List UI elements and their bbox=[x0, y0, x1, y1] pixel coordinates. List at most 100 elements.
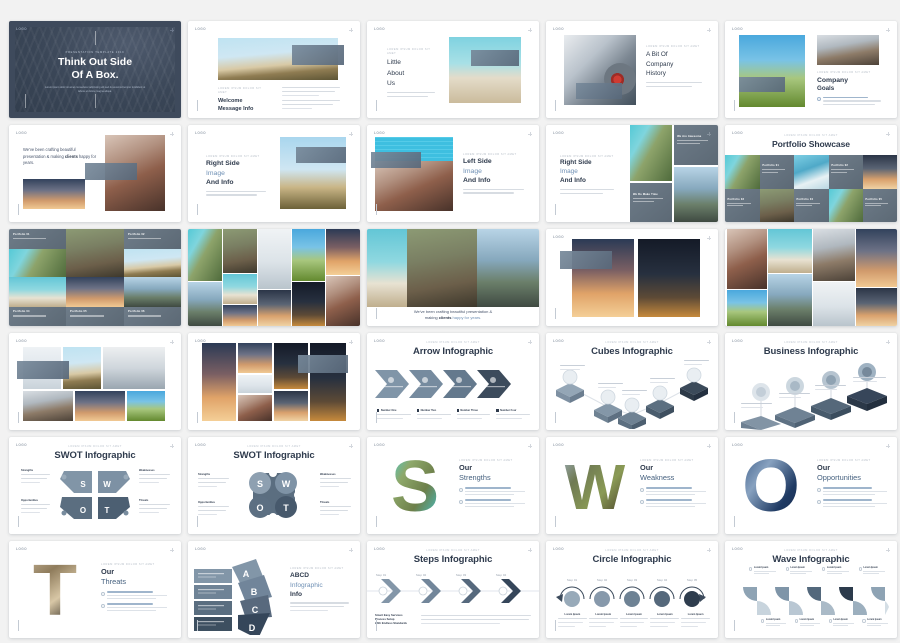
opportunities-bullet-1 bbox=[817, 487, 887, 496]
slide-thumbnail-wave-infographic[interactable]: LOREM IPSUM DOLOR SIT AMET Wave Infograp… bbox=[725, 541, 897, 638]
about-body bbox=[387, 91, 435, 98]
photo-ruins bbox=[223, 229, 257, 273]
leftside-title-line1: Left Side bbox=[463, 158, 492, 166]
slide-thumbnail-cover[interactable]: PRESENTATION TEMPLATE 2019 Think Out Sid… bbox=[9, 21, 181, 118]
photo-cliffside bbox=[188, 282, 222, 326]
slide-thumbnail-quote-full[interactable]: We've been crafting beautiful presentati… bbox=[367, 229, 539, 326]
slide-edge-line bbox=[555, 620, 556, 631]
wave-top-item-3: Lorem Ipsum bbox=[822, 567, 853, 575]
slide-edge-line bbox=[555, 308, 556, 319]
slide-thumbnail-welcome[interactable]: LOREM IPSUM DOLOR SIT AMET Welcome Messa… bbox=[188, 21, 360, 118]
photo-palms-sunset bbox=[202, 343, 236, 421]
slide-thumbnail-mosaic-d[interactable]: LOGO bbox=[9, 333, 181, 430]
slide-corner-icon bbox=[170, 28, 174, 32]
slide-logo-mark: LOGO bbox=[732, 27, 743, 31]
slide-thumbnail-business-infographic[interactable]: LOREM IPSUM DOLOR SIT AMET Business Info… bbox=[725, 333, 897, 430]
goals-eyebrow: LOREM IPSUM DOLOR SIT AMET bbox=[817, 71, 871, 74]
slide-thumbnail-our-weakness[interactable]: W LOREM IPSUM DOLOR SIT AMET Our Weaknes… bbox=[546, 437, 718, 534]
slide-thumbnail-our-threats[interactable]: T LOREM IPSUM DOLOR SIT AMET Our Threats… bbox=[9, 541, 181, 638]
photo-pineapple-beach bbox=[739, 35, 805, 107]
photo-portfolio-5 bbox=[829, 189, 863, 222]
slide-thumbnail-cubes-infographic[interactable]: LOREM IPSUM DOLOR SIT AMET Cubes Infogra… bbox=[546, 333, 718, 430]
slide-thumbnail-left-side-image[interactable]: LOREM IPSUM DOLOR SIT AMET Left Side Ima… bbox=[367, 125, 539, 222]
slide-corner-icon bbox=[528, 444, 532, 448]
photo-portfolio-3 bbox=[863, 155, 897, 189]
slide-thumbnail-right-side-mosaic[interactable]: LOREM IPSUM DOLOR SIT AMET Right Side Im… bbox=[546, 125, 718, 222]
slide-thumbnail-arrow-infographic[interactable]: LOREM IPSUM DOLOR SIT AMET Arrow Infogra… bbox=[367, 333, 539, 430]
photo-beach bbox=[727, 290, 767, 326]
swot1-quadrant-strengths: Strengths bbox=[21, 469, 51, 485]
slide-thumbnail-portfolio-showcase[interactable]: LOREM IPSUM DOLOR SIT AMET Portfolio Sho… bbox=[725, 125, 897, 222]
slide-logo-mark: LOGO bbox=[16, 27, 27, 31]
slide-thumbnail-quote-crafting[interactable]: We've been crafting beautiful presentati… bbox=[9, 125, 181, 222]
slide-edge-line bbox=[555, 412, 556, 423]
photo-turquoise-water bbox=[367, 229, 407, 307]
slide-corner-icon bbox=[886, 28, 890, 32]
about-eyebrow: LOREM IPSUM DOLOR SIT AMET bbox=[387, 48, 431, 56]
slide-thumbnail-company-history[interactable]: LOREM IPSUM DOLOR SIT AMET A Bit Of Comp… bbox=[546, 21, 718, 118]
slide-thumbnail-company-goals[interactable]: LOREM IPSUM DOLOR SIT AMET Company Goals… bbox=[725, 21, 897, 118]
circle-caption-1: Lorem Ipsum bbox=[558, 613, 587, 629]
mosaic-body bbox=[560, 189, 616, 195]
cover-tick-left bbox=[25, 94, 26, 108]
slide-thumbnail-mosaic-e[interactable]: LOGO bbox=[188, 333, 360, 430]
slide-thumbnail-circle-infographic[interactable]: LOREM IPSUM DOLOR SIT AMET Circle Infogr… bbox=[546, 541, 718, 638]
slide-thumbnail-mosaic-b[interactable] bbox=[188, 229, 360, 326]
photo-couple bbox=[326, 276, 360, 326]
slide-corner-icon bbox=[170, 132, 174, 136]
svg-text:Step 03: Step 03 bbox=[627, 578, 638, 582]
slide-thumbnail-steps-infographic[interactable]: LOREM IPSUM DOLOR SIT AMET Steps Infogra… bbox=[367, 541, 539, 638]
slide-thumbnail-our-strengths[interactable]: S LOREM IPSUM DOLOR SIT AMET Our Strengt… bbox=[367, 437, 539, 534]
rightside-title-line3: And Info bbox=[206, 179, 234, 187]
tile-portfolio-04: Portfolio 04 bbox=[794, 189, 829, 222]
wave-eyebrow: LOREM IPSUM DOLOR SIT AMET bbox=[784, 549, 838, 552]
arrow-eyebrow: LOREM IPSUM DOLOR SIT AMET bbox=[426, 341, 480, 344]
opportunities-bullet-2 bbox=[817, 499, 887, 507]
abcd-title-line2: Infographic bbox=[290, 581, 323, 589]
weakness-bullet-2 bbox=[640, 499, 706, 507]
slide-thumbnail-mosaic-c[interactable] bbox=[725, 229, 897, 326]
cover-title-line2: Of A Box. bbox=[71, 68, 119, 81]
strengths-title-line1: Our bbox=[459, 463, 473, 473]
circle-caption-2: Lorem Ipsum bbox=[588, 613, 618, 629]
arrow-legend-item: Number Four bbox=[496, 409, 533, 422]
slide-logo-mark: LOGO bbox=[16, 131, 27, 135]
history-title-line1: A Bit Of bbox=[646, 51, 668, 59]
abcd-fan-diagram: A B C D bbox=[194, 559, 272, 635]
abcd-body bbox=[290, 602, 350, 612]
slide-edge-line bbox=[555, 204, 556, 215]
slide-thumbnail-mosaic-a[interactable]: Portfolio 01 Portfolio 02 Portfolio 04 P… bbox=[9, 229, 181, 326]
weakness-title-line1: Our bbox=[640, 463, 654, 473]
overlay-shape bbox=[17, 361, 69, 379]
slide-thumbnail-two-photo[interactable]: LOGO bbox=[546, 229, 718, 326]
photo-couple bbox=[238, 395, 272, 421]
about-title-line1: Little bbox=[387, 59, 401, 67]
circle-caption-3: Lorem Ipsum bbox=[619, 613, 649, 629]
slide-edge-line bbox=[376, 204, 377, 215]
svg-text:A: A bbox=[243, 569, 250, 579]
slide-edge-line bbox=[376, 308, 377, 319]
slide-edge-line bbox=[197, 100, 198, 111]
slide-thumbnail-abcd-infographic[interactable]: A B C D LOREM IPSUM DOLOR SIT AMET ABCD … bbox=[188, 541, 360, 638]
svg-text:C: C bbox=[252, 605, 259, 615]
svg-text:Step 02: Step 02 bbox=[416, 573, 427, 577]
swot1-eyebrow: LOREM IPSUM DOLOR SIT AMET bbox=[68, 445, 122, 448]
circle-caption-5: Lorem Ipsum bbox=[681, 613, 710, 629]
bullet-icon bbox=[459, 499, 463, 504]
slide-thumbnail-our-opportunities[interactable]: O LOREM IPSUM DOLOR SIT AMET Our Opportu… bbox=[725, 437, 897, 534]
svg-text:B: B bbox=[251, 587, 258, 597]
overlay-shape bbox=[292, 45, 344, 65]
overlay-shape bbox=[471, 50, 519, 66]
slide-thumbnail-swot-hex[interactable]: LOREM IPSUM DOLOR SIT AMET SWOT Infograp… bbox=[9, 437, 181, 534]
photo-beach-chairs bbox=[75, 391, 125, 421]
photo-city-skyline bbox=[103, 347, 165, 389]
slide-thumbnail-swot-circle[interactable]: LOREM IPSUM DOLOR SIT AMET SWOT Infograp… bbox=[188, 437, 360, 534]
photo-team bbox=[817, 35, 879, 65]
slide-logo-mark: LOGO bbox=[195, 27, 206, 31]
slide-thumbnail-right-side-image[interactable]: LOREM IPSUM DOLOR SIT AMET Right Side Im… bbox=[188, 125, 360, 222]
slide-thumbnail-little-about-us[interactable]: LOREM IPSUM DOLOR SIT AMET Little About … bbox=[367, 21, 539, 118]
slide-logo-mark: LOGO bbox=[553, 547, 564, 551]
svg-text:O: O bbox=[256, 503, 263, 513]
cover-subtitle: Lorem ipsum dolor sit amet consectetur a… bbox=[44, 85, 146, 94]
swot-hex-diagram: S W O T bbox=[60, 471, 130, 519]
